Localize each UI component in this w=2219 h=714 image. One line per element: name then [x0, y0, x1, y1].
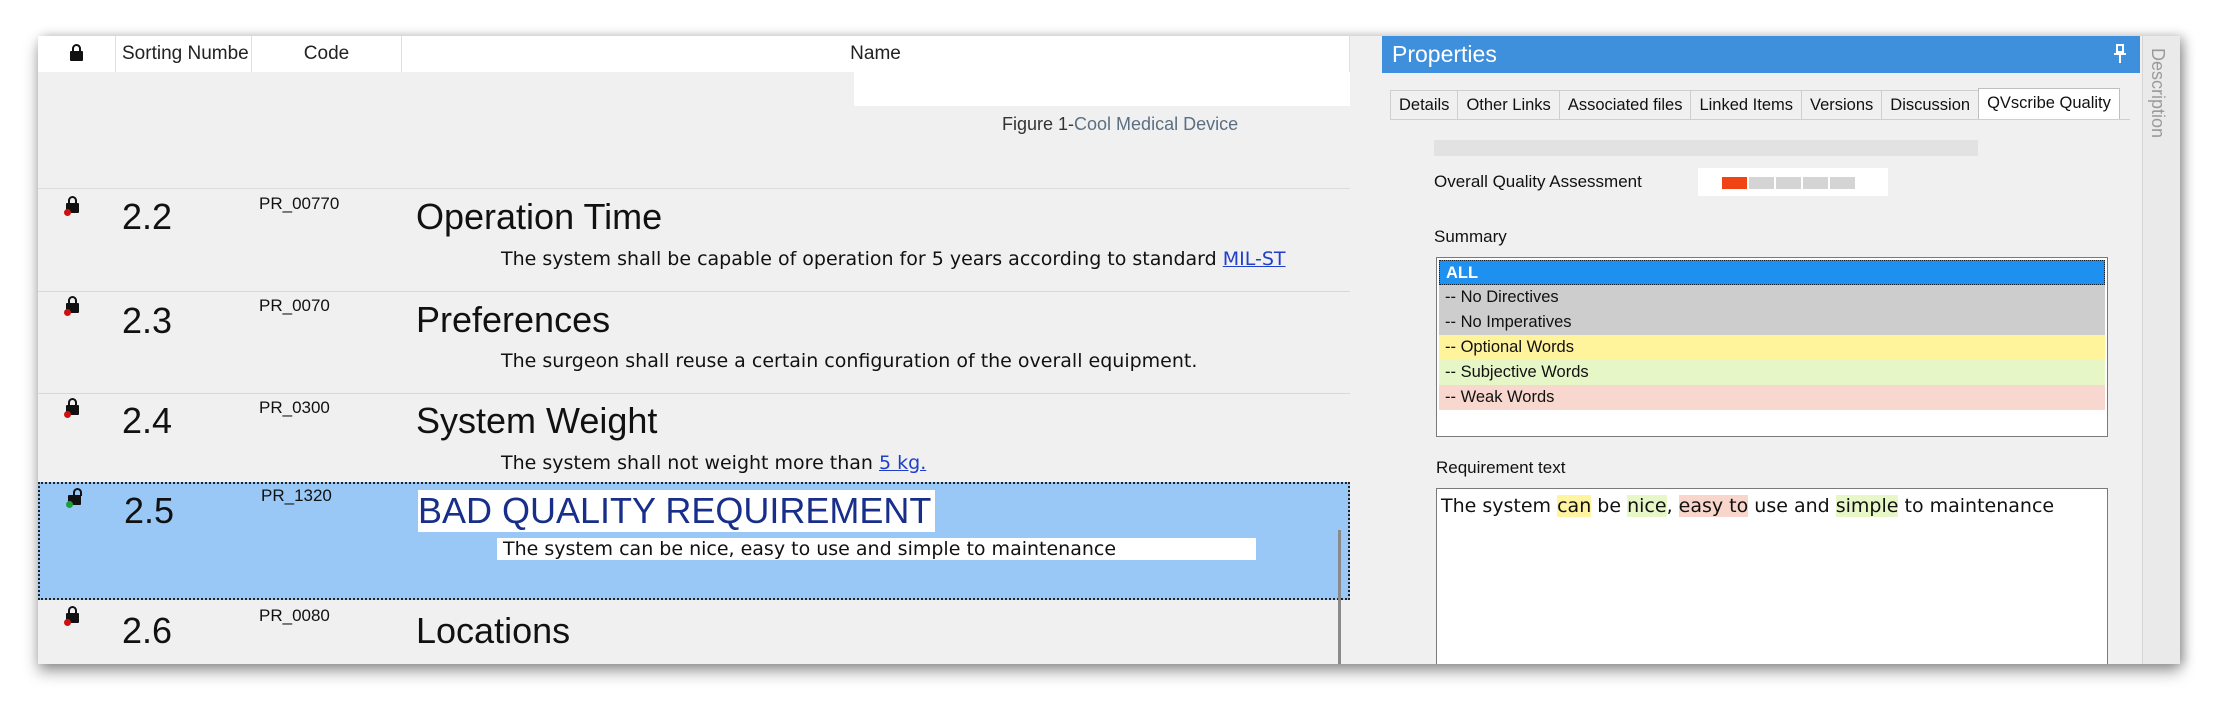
req-text-part: be — [1591, 495, 1628, 517]
tab-linked-items[interactable]: Linked Items — [1690, 90, 1802, 119]
quality-segment-3 — [1776, 177, 1801, 189]
summary-item-no-imperatives[interactable]: -- No Imperatives — [1439, 310, 2105, 335]
requirement-title: Locations — [416, 610, 571, 651]
application-window: Sorting Numbe Code Name Figure 1-Cool Me… — [38, 36, 2180, 664]
requirement-code: PR_0080 — [259, 606, 330, 625]
tab-associated-files[interactable]: Associated files — [1558, 90, 1692, 119]
requirement-text-label: Requirement text — [1436, 458, 1566, 477]
tab-versions[interactable]: Versions — [1801, 90, 1883, 119]
tab-discussion[interactable]: Discussion — [1881, 90, 1980, 119]
description-text: The system shall not weight more than — [501, 452, 880, 474]
overall-quality-label: Overall Quality Assessment — [1434, 172, 1642, 191]
req-text-part: to maintenance — [1898, 495, 2055, 517]
requirements-grid: Sorting Numbe Code Name Figure 1-Cool Me… — [38, 36, 1350, 664]
requirement-code: PR_1320 — [261, 486, 332, 505]
summary-list[interactable]: ALL -- No Directives -- No Imperatives -… — [1436, 257, 2108, 437]
requirement-description: The system shall be capable of operation… — [501, 248, 1286, 270]
sorting-number: 2.3 — [122, 300, 173, 341]
sorting-number-header[interactable]: Sorting Numbe — [116, 36, 252, 72]
requirement-description: The system can be nice, easy to use and … — [497, 538, 1257, 560]
requirement-description: The surgeon shall reuse a certain config… — [501, 350, 1198, 372]
requirement-text-box[interactable]: The system can be nice, easy to use and … — [1436, 488, 2108, 664]
code-header[interactable]: Code — [252, 36, 402, 72]
requirement-title: System Weight — [416, 400, 658, 441]
summary-item-optional-words[interactable]: -- Optional Words — [1439, 335, 2105, 360]
quality-segment-4 — [1803, 177, 1828, 189]
locked-icon — [64, 398, 79, 418]
lock-column-header[interactable] — [38, 36, 116, 72]
figure-caption: Figure 1-Cool Medical Device — [1002, 114, 1238, 135]
subjective-word-highlight: nice — [1627, 495, 1667, 517]
pin-icon[interactable] — [2114, 44, 2126, 64]
sorting-number: 2.4 — [122, 400, 173, 441]
requirement-code: PR_0300 — [259, 398, 330, 417]
standard-link[interactable]: MIL-ST — [1223, 248, 1286, 270]
requirement-code: PR_00770 — [259, 194, 340, 213]
splitter-handle[interactable] — [1338, 530, 1341, 664]
locked-icon — [64, 196, 79, 216]
figure-image — [854, 72, 1350, 106]
properties-tabs: Details Other Links Associated files Lin… — [1390, 88, 2120, 120]
table-row[interactable]: 2.2 PR_00770 Operation Time The system s… — [38, 188, 1350, 292]
progress-track — [1434, 140, 1978, 156]
tab-qvscribe-quality[interactable]: QVscribe Quality — [1978, 88, 2120, 119]
req-text-part: The system — [1441, 495, 1558, 517]
quality-segment-5 — [1830, 177, 1855, 189]
description-side-tab[interactable]: Description — [2142, 36, 2180, 664]
req-text-part: , — [1666, 495, 1679, 517]
summary-item-no-directives[interactable]: -- No Directives — [1439, 285, 2105, 310]
weight-link[interactable]: 5 kg. — [879, 452, 926, 474]
quality-segment-1 — [1722, 177, 1747, 189]
tab-details[interactable]: Details — [1390, 90, 1459, 119]
sorting-number: 2.2 — [122, 196, 173, 237]
weak-word-highlight: easy to — [1678, 495, 1749, 517]
overall-quality-meter — [1698, 168, 1888, 196]
description-text: The system shall be capable of operation… — [501, 248, 1223, 270]
summary-label: Summary — [1434, 227, 1507, 246]
req-text-part: use and — [1748, 495, 1836, 517]
table-row[interactable]: 2.6 PR_0080 Locations — [38, 600, 1350, 664]
table-row[interactable]: 2.3 PR_0070 Preferences The surgeon shal… — [38, 292, 1350, 394]
unlocked-icon — [66, 488, 82, 508]
summary-item-all[interactable]: ALL — [1439, 260, 2105, 285]
sorting-number: 2.5 — [124, 490, 175, 531]
summary-item-weak-words[interactable]: -- Weak Words — [1439, 385, 2105, 410]
requirement-title: BAD QUALITY REQUIREMENT — [418, 490, 936, 532]
subjective-word-highlight: simple — [1835, 495, 1899, 517]
optional-word-highlight: can — [1557, 495, 1592, 517]
locked-icon — [64, 296, 79, 316]
summary-item-subjective-words[interactable]: -- Subjective Words — [1439, 360, 2105, 385]
requirement-code: PR_0070 — [259, 296, 330, 315]
properties-title-bar: Properties — [1382, 36, 2140, 73]
figure-caption-prefix: Figure 1- — [1002, 114, 1075, 134]
qvscribe-quality-panel: Overall Quality Assessment Summary ALL -… — [1390, 119, 2130, 664]
requirement-title: Operation Time — [416, 196, 663, 237]
table-row-selected[interactable]: 2.5 PR_1320 BAD QUALITY REQUIREMENT The … — [38, 482, 1350, 600]
description-side-label: Description — [2148, 48, 2168, 139]
properties-panel: Properties Details Other Links Associate… — [1382, 36, 2140, 664]
requirement-description: The system shall not weight more than 5 … — [501, 452, 926, 474]
quality-segment-2 — [1749, 177, 1774, 189]
figure-caption-text: Cool Medical Device — [1074, 114, 1239, 134]
sorting-number: 2.6 — [122, 610, 173, 651]
requirement-title: Preferences — [416, 299, 611, 340]
properties-title: Properties — [1392, 41, 1497, 67]
locked-icon — [64, 606, 79, 626]
lock-icon — [70, 44, 83, 64]
name-header[interactable]: Name — [402, 36, 1350, 72]
tab-other-links[interactable]: Other Links — [1457, 90, 1560, 119]
